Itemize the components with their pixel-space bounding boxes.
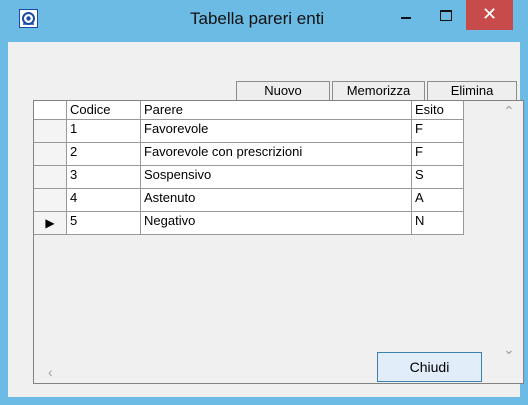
chevron-down-icon[interactable]: ⌄ [503, 341, 515, 358]
table-cell-codice[interactable]: 4 [67, 189, 141, 212]
column-header-esito[interactable]: Esito [412, 101, 464, 120]
current-row-indicator-icon[interactable]: ▶ [34, 212, 67, 235]
minimize-icon[interactable] [388, 4, 424, 30]
column-header-codice[interactable]: Codice [67, 101, 141, 120]
row-indicator[interactable] [34, 189, 67, 212]
table-cell-parere[interactable]: Astenuto [141, 189, 412, 212]
table-cell-codice[interactable]: 3 [67, 166, 141, 189]
table-cell-esito[interactable]: F [412, 120, 464, 143]
table-cell-parere[interactable]: Favorevole [141, 120, 412, 143]
delete-button[interactable]: Elimina [427, 81, 517, 101]
close-icon[interactable]: ✕ [466, 0, 513, 30]
table-cell-parere[interactable]: Negativo [141, 212, 412, 235]
table-cell-esito[interactable]: A [412, 189, 464, 212]
table-cell-parere[interactable]: Sospensivo [141, 166, 412, 189]
chevron-left-icon[interactable]: ‹ [48, 364, 53, 380]
row-indicator[interactable] [34, 120, 67, 143]
grid-corner-header [34, 101, 67, 120]
app-icon[interactable] [19, 9, 38, 28]
row-indicator[interactable] [34, 143, 67, 166]
table-cell-codice[interactable]: 5 [67, 212, 141, 235]
table-cell-esito[interactable]: F [412, 143, 464, 166]
table-cell-codice[interactable]: 2 [67, 143, 141, 166]
save-button[interactable]: Memorizza [332, 81, 425, 101]
dialog-window: Tabella pareri enti ✕ Nuovo Memorizza El… [0, 0, 528, 405]
window-title: Tabella pareri enti [190, 9, 325, 28]
data-grid[interactable]: Codice Parere Esito 1 Favorevole F 2 Fav… [33, 100, 524, 384]
vertical-scrollbar[interactable]: ⌃ ⌄ [494, 101, 523, 363]
chevron-up-icon[interactable]: ⌃ [503, 103, 515, 120]
table-cell-parere[interactable]: Favorevole con prescrizioni [141, 143, 412, 166]
table-cell-codice[interactable]: 1 [67, 120, 141, 143]
table-cell-esito[interactable]: N [412, 212, 464, 235]
maximize-icon[interactable] [428, 4, 464, 30]
column-header-parere[interactable]: Parere [141, 101, 412, 120]
title-bar[interactable]: Tabella pareri enti ✕ [0, 0, 528, 42]
table-cell-esito[interactable]: S [412, 166, 464, 189]
close-button[interactable]: Chiudi [377, 352, 482, 382]
dialog-client-area: Nuovo Memorizza Elimina Codice Parere Es… [8, 42, 524, 397]
row-indicator[interactable] [34, 166, 67, 189]
new-button[interactable]: Nuovo [236, 81, 330, 101]
